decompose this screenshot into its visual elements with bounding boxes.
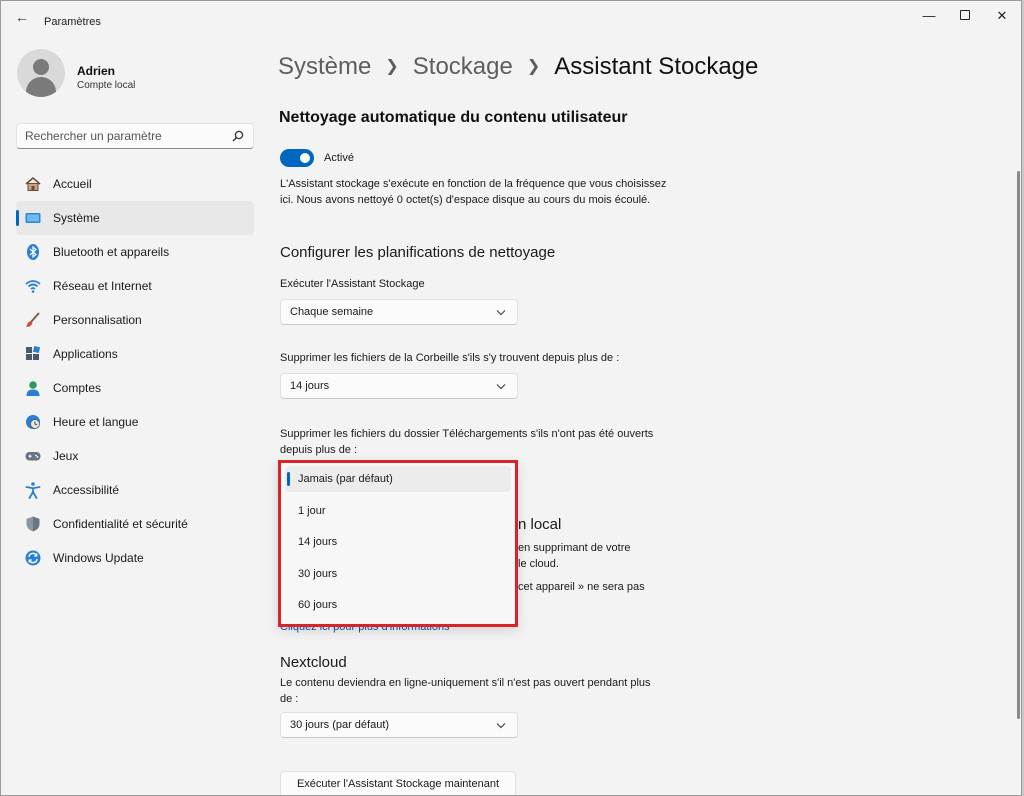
breadcrumb: Système ❯ Stockage ❯ Assistant Stockage xyxy=(278,53,758,81)
auto-cleanup-toggle[interactable] xyxy=(280,149,314,167)
brush-icon xyxy=(26,312,40,327)
schedule-heading: Configurer les planifications de nettoya… xyxy=(280,244,556,261)
cleanup-description: L'Assistant stockage s'exécute en foncti… xyxy=(280,178,667,206)
sidebar-nav: Accueil Système Bluetooth et appareils R… xyxy=(16,167,254,575)
run-frequency-label: Exécuter l'Assistant Stockage xyxy=(280,278,425,290)
sidebar-item-label: Comptes xyxy=(53,381,102,395)
search-icon[interactable] xyxy=(232,130,244,142)
dropdown-option[interactable]: 1 jour xyxy=(285,498,511,524)
update-icon xyxy=(25,550,41,566)
search-box[interactable] xyxy=(16,123,254,149)
search-input[interactable] xyxy=(25,124,225,148)
sidebar-item-label: Accueil xyxy=(53,177,92,191)
onedrive-desc-fragment-3: cet appareil » ne sera pas xyxy=(518,581,645,593)
downloads-label: Supprimer les fichiers du dossier Téléch… xyxy=(280,428,654,456)
run-frequency-select[interactable]: Chaque semaine xyxy=(280,299,518,325)
accessibility-icon xyxy=(25,482,41,499)
sidebar-item-label: Personnalisation xyxy=(53,313,142,327)
recycle-bin-value: 14 jours xyxy=(290,380,330,392)
chevron-down-icon xyxy=(496,723,506,729)
chevron-down-icon xyxy=(496,384,506,390)
sidebar-item-confidentialite[interactable]: Confidentialité et sécurité xyxy=(16,507,254,541)
sidebar-item-reseau[interactable]: Réseau et Internet xyxy=(16,269,254,303)
app-title: Paramètres xyxy=(44,16,101,28)
sidebar-item-jeux[interactable]: Jeux xyxy=(16,439,254,473)
apps-icon xyxy=(26,345,41,360)
sidebar-item-label: Confidentialité et sécurité xyxy=(53,517,188,531)
system-icon xyxy=(25,213,41,223)
nextcloud-value: 30 jours (par défaut) xyxy=(290,719,390,731)
onedrive-desc-fragment-2: le cloud. xyxy=(518,558,559,570)
downloads-dropdown-popup: Jamais (par défaut) 1 jour 14 jours 30 j… xyxy=(278,460,518,627)
settings-window: ← Paramètres — ✕ Adrien Compte local Acc… xyxy=(0,0,1022,796)
active-indicator xyxy=(16,210,19,226)
option-label: 30 jours xyxy=(298,568,338,580)
close-icon[interactable]: ✕ xyxy=(988,7,1016,25)
sidebar-item-label: Bluetooth et appareils xyxy=(53,245,170,259)
account-icon xyxy=(26,381,40,396)
shield-icon xyxy=(26,516,40,532)
sidebar-item-label: Windows Update xyxy=(53,551,144,565)
option-label: 14 jours xyxy=(298,536,338,548)
sidebar-item-applications[interactable]: Applications xyxy=(16,337,254,371)
chevron-down-icon xyxy=(496,310,506,316)
sidebar-item-accueil[interactable]: Accueil xyxy=(16,167,254,201)
sidebar-item-label: Réseau et Internet xyxy=(53,279,152,293)
breadcrumb-stockage[interactable]: Stockage xyxy=(413,53,513,80)
sidebar-item-heure[interactable]: Heure et langue xyxy=(16,405,254,439)
run-storage-sense-now-button[interactable]: Exécuter l'Assistant Stockage maintenant xyxy=(280,771,516,795)
sidebar-item-windows-update[interactable]: Windows Update xyxy=(16,541,254,575)
dropdown-option[interactable]: Jamais (par défaut) xyxy=(285,466,511,492)
onedrive-heading-fragment: n local xyxy=(518,516,562,533)
recycle-bin-label: Supprimer les fichiers de la Corbeille s… xyxy=(280,352,620,364)
back-arrow-icon[interactable]: ← xyxy=(13,9,31,25)
breadcrumb-systeme[interactable]: Système xyxy=(278,53,371,80)
page-title: Assistant Stockage xyxy=(554,53,759,80)
sidebar-item-comptes[interactable]: Comptes xyxy=(16,371,254,405)
sidebar-item-label: Accessibilité xyxy=(53,483,120,497)
maximize-icon[interactable] xyxy=(951,7,979,25)
dropdown-option[interactable]: 30 jours xyxy=(285,561,511,587)
nextcloud-heading: Nextcloud xyxy=(280,654,347,671)
avatar[interactable] xyxy=(17,49,65,97)
sidebar-item-label: Jeux xyxy=(53,449,79,463)
option-label: Jamais (par défaut) xyxy=(298,473,393,485)
option-label: 60 jours xyxy=(298,599,338,611)
onedrive-desc-fragment-1: en supprimant de votre xyxy=(518,542,631,554)
chevron-right-icon: ❯ xyxy=(526,58,541,75)
sidebar-item-label: Système xyxy=(53,211,100,225)
dropdown-option[interactable]: 60 jours xyxy=(285,592,511,618)
user-account-type: Compte local xyxy=(77,80,136,91)
title-bar: ← Paramètres — ✕ xyxy=(1,1,1021,33)
run-frequency-value: Chaque semaine xyxy=(290,306,374,318)
toggle-label: Activé xyxy=(324,152,354,164)
nextcloud-description: Le contenu deviendra en ligne-uniquement… xyxy=(280,677,651,705)
user-name: Adrien xyxy=(77,64,116,78)
minimize-icon[interactable]: — xyxy=(915,7,943,25)
bluetooth-icon xyxy=(27,244,39,260)
scrollbar[interactable] xyxy=(1017,171,1020,719)
gamepad-icon xyxy=(25,452,41,461)
sidebar-item-bluetooth[interactable]: Bluetooth et appareils xyxy=(16,235,254,269)
dropdown-option[interactable]: 14 jours xyxy=(285,529,511,555)
sidebar-item-systeme[interactable]: Système xyxy=(16,201,254,235)
sidebar-item-personnalisation[interactable]: Personnalisation xyxy=(16,303,254,337)
option-label: 1 jour xyxy=(298,505,326,517)
section-title: Nettoyage automatique du contenu utilisa… xyxy=(279,109,628,126)
wifi-icon xyxy=(25,280,41,293)
toggle-knob xyxy=(300,153,310,163)
clock-globe-icon xyxy=(26,415,40,429)
chevron-right-icon: ❯ xyxy=(385,58,399,75)
home-icon xyxy=(25,176,41,191)
selected-indicator xyxy=(287,472,290,486)
sidebar-item-accessibilite[interactable]: Accessibilité xyxy=(16,473,254,507)
sidebar-item-label: Heure et langue xyxy=(53,415,139,429)
recycle-bin-select[interactable]: 14 jours xyxy=(280,373,518,399)
sidebar-item-label: Applications xyxy=(53,347,118,361)
nextcloud-select[interactable]: 30 jours (par défaut) xyxy=(280,712,518,738)
